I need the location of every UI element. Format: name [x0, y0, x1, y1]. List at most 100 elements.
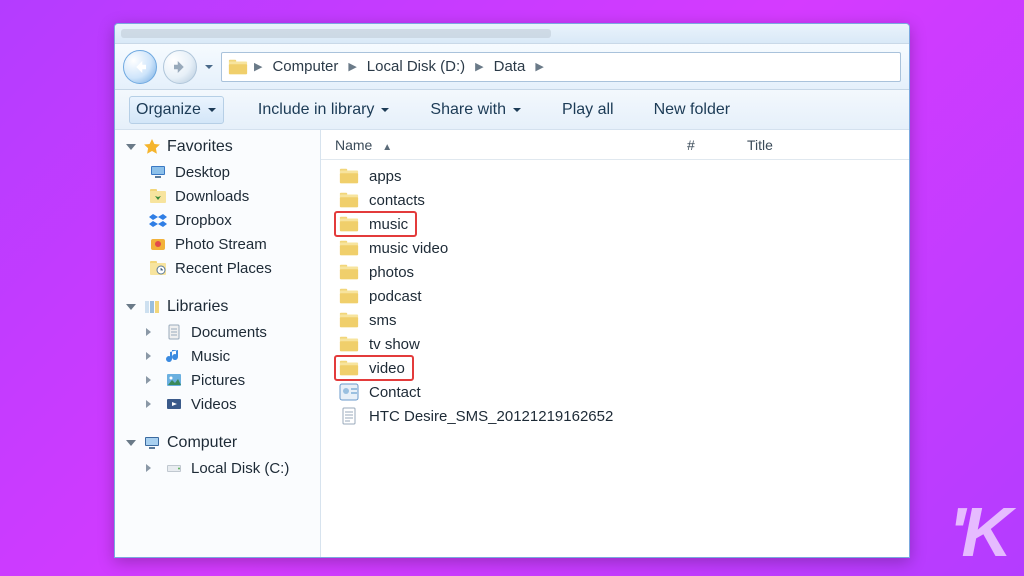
breadcrumb-drive[interactable]: Local Disk (D:) — [363, 56, 469, 77]
sidebar-item-label: Recent Places — [175, 260, 272, 277]
collapse-chevron-icon — [125, 437, 137, 449]
computer-label: Computer — [167, 434, 237, 452]
sidebar-item-documents[interactable]: Documents — [125, 320, 316, 344]
sidebar-item-label: Documents — [191, 324, 267, 341]
sidebar-item-local-disk-c-[interactable]: Local Disk (C:) — [125, 456, 316, 480]
column-name[interactable]: Name ▲ — [335, 137, 687, 153]
music-icon — [165, 347, 183, 365]
breadcrumb-computer[interactable]: Computer — [268, 56, 342, 77]
file-list-pane: Name ▲ # Title apps contacts music music vi… — [321, 130, 909, 557]
file-list[interactable]: apps contacts music music videophotospodcas… — [321, 160, 909, 440]
breadcrumb-separator-icon: ▶ — [252, 60, 264, 73]
sidebar-item-label: Desktop — [175, 164, 230, 181]
history-dropdown-button[interactable] — [203, 61, 215, 73]
explorer-body: Favorites Desktop Downloads Dropbox Photo S… — [115, 130, 909, 557]
contact-icon — [339, 383, 359, 401]
item-name: apps — [369, 168, 402, 185]
computer-header[interactable]: Computer — [125, 434, 316, 452]
folder-row[interactable]: video — [335, 356, 413, 380]
sidebar-item-music[interactable]: Music — [125, 344, 316, 368]
documents-icon — [165, 323, 183, 341]
libraries-group: Libraries Documents MusicPictures Videos — [125, 298, 316, 416]
breadcrumb-bar[interactable]: ▶ Computer ▶ Local Disk (D:) ▶ Data ▶ — [221, 52, 901, 82]
sidebar-item-recent-places[interactable]: Recent Places — [125, 256, 316, 280]
new-folder-button[interactable]: New folder — [648, 97, 736, 123]
item-name: sms — [369, 312, 397, 329]
include-in-library-menu[interactable]: Include in library — [252, 97, 397, 123]
sort-indicator-icon: ▲ — [382, 142, 392, 153]
folder-row[interactable]: music — [335, 212, 416, 236]
libraries-header[interactable]: Libraries — [125, 298, 316, 316]
forward-button[interactable] — [163, 50, 197, 84]
breadcrumb-separator-icon: ▶ — [346, 60, 358, 73]
navigation-pane[interactable]: Favorites Desktop Downloads Dropbox Photo S… — [115, 130, 321, 557]
explorer-window: ▶ Computer ▶ Local Disk (D:) ▶ Data ▶ Or… — [114, 23, 910, 558]
item-name: music — [369, 216, 408, 233]
folder-icon — [339, 359, 359, 377]
newfolder-label: New folder — [654, 101, 730, 119]
folder-icon — [228, 58, 248, 76]
address-bar: ▶ Computer ▶ Local Disk (D:) ▶ Data ▶ — [115, 44, 909, 90]
folder-icon — [339, 191, 359, 209]
folder-row[interactable]: music video — [335, 236, 897, 260]
folder-icon — [339, 167, 359, 185]
sidebar-item-desktop[interactable]: Desktop — [125, 160, 316, 184]
folder-row[interactable]: sms — [335, 308, 897, 332]
watermark: 'K — [949, 492, 1008, 572]
folder-icon — [339, 215, 359, 233]
titlebar[interactable] — [115, 24, 909, 44]
folder-row[interactable]: photos — [335, 260, 897, 284]
sidebar-item-photo-stream[interactable]: Photo Stream — [125, 232, 316, 256]
sidebar-item-videos[interactable]: Videos — [125, 392, 316, 416]
libraries-icon — [143, 298, 161, 316]
column-name-label: Name — [335, 137, 372, 153]
toolbar: Organize Include in library Share with P… — [115, 90, 909, 130]
file-row[interactable]: HTC Desire_SMS_20121219162652 — [335, 404, 897, 428]
favorites-header[interactable]: Favorites — [125, 138, 316, 156]
collapse-chevron-icon — [125, 141, 137, 153]
collapse-chevron-icon — [125, 301, 137, 313]
breadcrumb-separator-icon: ▶ — [473, 60, 485, 73]
organize-menu[interactable]: Organize — [129, 96, 224, 124]
chevron-down-icon — [380, 105, 390, 115]
folder-icon — [339, 239, 359, 257]
expand-chevron-icon — [143, 399, 153, 409]
window-title-placeholder — [121, 29, 551, 38]
folder-row[interactable]: apps — [335, 164, 897, 188]
sidebar-item-downloads[interactable]: Downloads — [125, 184, 316, 208]
desktop-icon — [149, 163, 167, 181]
libraries-label: Libraries — [167, 298, 228, 316]
item-name: Contact — [369, 384, 421, 401]
playall-label: Play all — [562, 101, 614, 119]
dropbox-icon — [149, 211, 167, 229]
sidebar-item-pictures[interactable]: Pictures — [125, 368, 316, 392]
sidebar-item-label: Dropbox — [175, 212, 232, 229]
sidebar-item-label: Local Disk (C:) — [191, 460, 289, 477]
item-name: contacts — [369, 192, 425, 209]
expand-chevron-icon — [143, 327, 153, 337]
column-number[interactable]: # — [687, 137, 747, 153]
share-with-menu[interactable]: Share with — [424, 97, 528, 123]
sidebar-item-dropbox[interactable]: Dropbox — [125, 208, 316, 232]
folder-row[interactable]: contacts — [335, 188, 897, 212]
file-row[interactable]: Contact — [335, 380, 897, 404]
file-icon — [339, 407, 359, 425]
pictures-icon — [165, 371, 183, 389]
back-button[interactable] — [123, 50, 157, 84]
sidebar-item-label: Videos — [191, 396, 237, 413]
folder-row[interactable]: tv show — [335, 332, 897, 356]
folder-row[interactable]: podcast — [335, 284, 897, 308]
computer-group: Computer Local Disk (C:) — [125, 434, 316, 480]
organize-label: Organize — [136, 101, 201, 119]
expand-chevron-icon — [143, 351, 153, 361]
chevron-down-icon — [512, 105, 522, 115]
folder-icon — [339, 335, 359, 353]
breadcrumb-folder[interactable]: Data — [490, 56, 530, 77]
column-headers[interactable]: Name ▲ # Title — [321, 130, 909, 160]
column-title[interactable]: Title — [747, 137, 897, 153]
play-all-button[interactable]: Play all — [556, 97, 620, 123]
expand-chevron-icon — [143, 375, 153, 385]
folder-icon — [339, 263, 359, 281]
favorites-label: Favorites — [167, 138, 233, 156]
breadcrumb-separator-icon: ▶ — [533, 60, 545, 73]
